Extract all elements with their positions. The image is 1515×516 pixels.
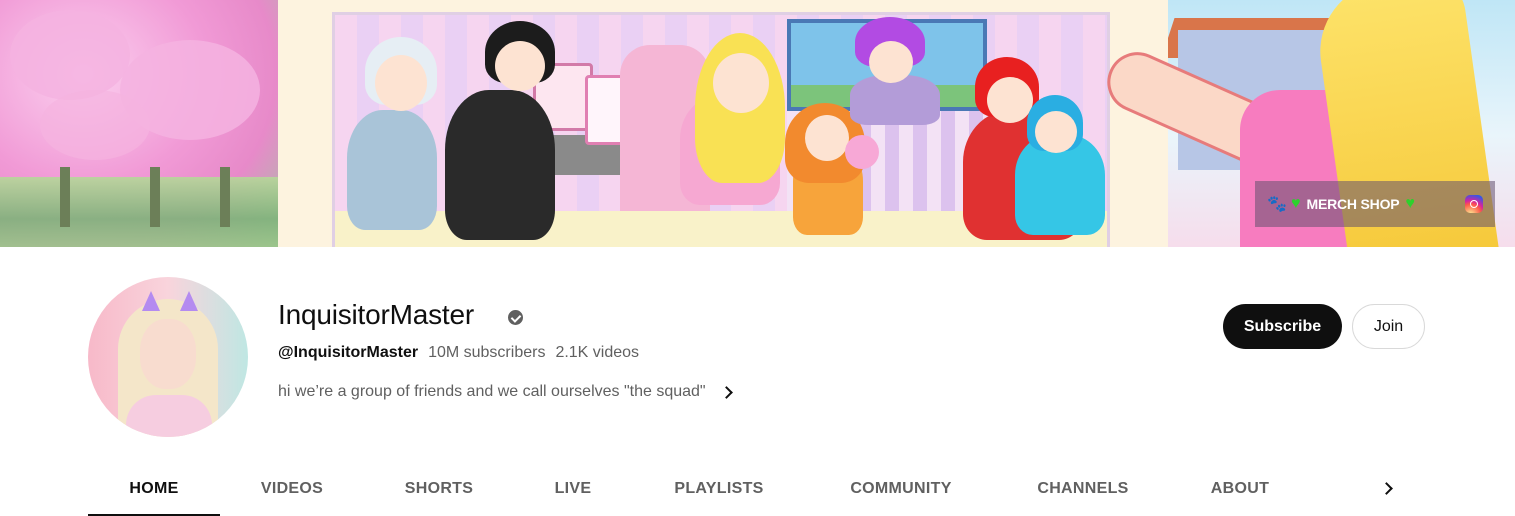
subscriber-count: 10M subscribers bbox=[428, 344, 546, 361]
green-heart-icon: ♥ bbox=[1405, 195, 1415, 212]
channel-meta: @InquisitorMaster 10M subscribers 2.1K v… bbox=[278, 344, 639, 362]
tab-about[interactable]: ABOUT bbox=[1190, 462, 1290, 516]
join-button[interactable]: Join bbox=[1352, 304, 1425, 349]
tab-channels[interactable]: CHANNELS bbox=[1016, 462, 1150, 516]
banner-room bbox=[332, 12, 1110, 247]
tab-shorts[interactable]: SHORTS bbox=[384, 462, 494, 516]
channel-description[interactable]: hi we’re a group of friends and we call … bbox=[278, 383, 733, 401]
tab-playlists[interactable]: PLAYLISTS bbox=[652, 462, 786, 516]
tab-home[interactable]: HOME bbox=[88, 462, 220, 516]
tabs-scroll-right-button[interactable] bbox=[1368, 468, 1408, 508]
tab-community[interactable]: COMMUNITY bbox=[826, 462, 976, 516]
paw-icon: 🐾 bbox=[1267, 196, 1287, 213]
video-count: 2.1K videos bbox=[555, 344, 640, 361]
chevron-right-icon bbox=[719, 385, 733, 399]
channel-name: InquisitorMaster bbox=[278, 299, 474, 330]
channel-avatar[interactable] bbox=[88, 277, 248, 437]
tab-live[interactable]: LIVE bbox=[534, 462, 612, 516]
banner-links[interactable]: 🐾 ♥ MERCH SHOP ♥ bbox=[1255, 181, 1495, 227]
merch-shop-link[interactable]: MERCH SHOP bbox=[1307, 196, 1400, 212]
channel-banner: 🐾 ♥ MERCH SHOP ♥ bbox=[0, 0, 1515, 247]
chevron-right-icon bbox=[1379, 481, 1393, 495]
channel-tabs: HOME VIDEOS SHORTS LIVE PLAYLISTS COMMUN… bbox=[88, 462, 1428, 516]
green-heart-icon: ♥ bbox=[1291, 195, 1301, 212]
tab-videos[interactable]: VIDEOS bbox=[240, 462, 344, 516]
instagram-icon[interactable] bbox=[1465, 195, 1483, 213]
channel-handle: @InquisitorMaster bbox=[278, 344, 419, 361]
banner-cherry-blossom-scene bbox=[0, 0, 278, 247]
channel-description-text: hi we’re a group of friends and we call … bbox=[278, 383, 706, 400]
verified-check-icon bbox=[508, 310, 523, 325]
subscribe-button[interactable]: Subscribe bbox=[1223, 304, 1342, 349]
